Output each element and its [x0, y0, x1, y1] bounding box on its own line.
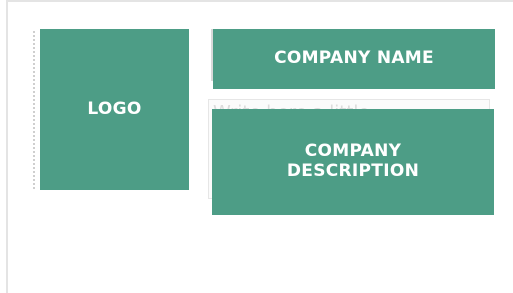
company-description-label-line1: COMPANY [304, 141, 402, 162]
logo-placeholder-label: LOGO [87, 98, 142, 119]
company-description-label-line2: DESCRIPTION [286, 161, 420, 181]
company-name-label: COMPANY NAME [274, 48, 434, 69]
company-name-placeholder[interactable]: COMPANY NAME [213, 29, 495, 89]
company-description-placeholder[interactable]: COMPANY DESCRIPTION [212, 109, 494, 215]
logo-placeholder-outline [33, 31, 39, 189]
logo-placeholder[interactable]: LOGO [40, 29, 189, 190]
